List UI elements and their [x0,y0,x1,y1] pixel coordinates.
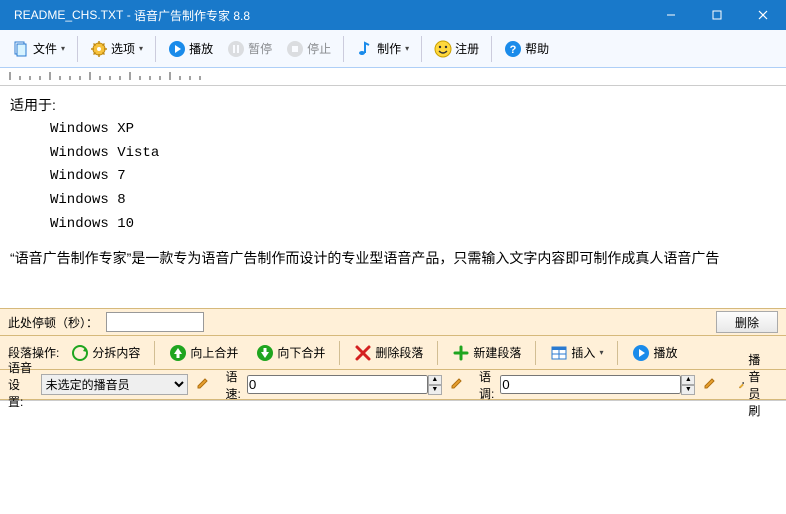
editor-line: Windows 7 [10,165,776,189]
split-label: 分拆内容 [92,344,140,361]
smiley-icon [434,40,452,58]
announcer-brush-button[interactable]: 播音员刷 [732,374,778,396]
chevron-down-icon: ▾ [139,44,143,53]
refresh-icon [71,344,89,362]
pause-input[interactable] [106,312,204,332]
chevron-down-icon: ▾ [61,44,65,53]
play-label: 播放 [189,40,213,57]
file-label: 文件 [33,40,57,57]
speed-label: 语速: [226,368,241,402]
editor-heading: 适用于: [10,94,776,118]
help-icon: ? [504,40,522,58]
help-button[interactable]: ? 帮助 [498,35,555,63]
arrow-down-icon [256,344,274,362]
new-paragraph-button[interactable]: 新建段落 [446,340,527,366]
voice-label: 语音设置: [8,359,35,410]
paragraph-ops-row: 段落操作: 分拆内容 向上合并 向下合并 删除段落 新建段落 插入 ▾ 播放 [0,336,786,370]
pause-row: 此处停顿（秒）： 删除 [0,308,786,336]
pause-label: 此处停顿（秒）： [8,314,98,331]
register-button[interactable]: 注册 [428,35,485,63]
merge-up-label: 向上合并 [190,344,238,361]
editor-line: Windows 8 [10,189,776,213]
tone-input[interactable] [500,375,681,394]
make-button[interactable]: 制作 ▾ [350,35,415,63]
editor-line: Windows Vista [10,142,776,166]
file-icon [12,40,30,58]
title-separator: - [123,8,134,22]
insert-label: 插入 [571,344,595,361]
merge-down-label: 向下合并 [277,344,325,361]
plus-icon [452,344,470,362]
play-button[interactable]: 播放 [162,35,219,63]
table-icon [550,344,568,362]
x-icon [354,344,372,362]
chevron-down-icon: ▾ [405,44,409,53]
music-note-icon [356,40,374,58]
pause-icon [227,40,245,58]
file-button[interactable]: 文件 ▾ [6,35,71,63]
options-button[interactable]: 选项 ▾ [84,35,149,63]
merge-up-button[interactable]: 向上合并 [163,340,244,366]
edit-tone-icon[interactable] [703,376,717,393]
chevron-down-icon: ▾ [599,348,603,357]
edit-announcer-icon[interactable] [196,376,210,393]
ruler [0,68,786,86]
editor-paragraph: “语音广告制作专家”是一款专为语音广告制作而设计的专业型语音产品，只需输入文字内… [10,247,776,271]
edit-speed-icon[interactable] [450,376,464,393]
pause-button: 暂停 [221,35,278,63]
stop-icon [286,40,304,58]
maximize-button[interactable] [694,0,740,30]
main-toolbar: 文件 ▾ 选项 ▾ 播放 暂停 停止 制作 ▾ 注册 ? 帮助 [0,30,786,68]
title-filename: README_CHS.TXT [14,8,123,22]
make-label: 制作 [377,40,401,57]
close-button[interactable] [740,0,786,30]
pause-label: 暂停 [248,40,272,57]
help-label: 帮助 [525,40,549,57]
insert-button[interactable]: 插入 ▾ [544,340,609,366]
register-label: 注册 [455,40,479,57]
announcer-select[interactable]: 未选定的播音员 [41,374,189,395]
delete-para-label: 删除段落 [375,344,423,361]
speed-input[interactable] [247,375,428,394]
brush-label: 播音员刷 [748,351,772,419]
gear-icon [90,40,108,58]
tone-up-button[interactable]: ▲ [681,375,695,385]
stop-button: 停止 [280,35,337,63]
delete-button[interactable]: 删除 [716,311,778,333]
para-play-label: 播放 [653,344,677,361]
merge-down-button[interactable]: 向下合并 [250,340,331,366]
split-content-button[interactable]: 分拆内容 [65,340,146,366]
minimize-button[interactable] [648,0,694,30]
paragraph-play-button[interactable]: 播放 [626,340,683,366]
editor-line: Windows XP [10,118,776,142]
editor-line: Windows 10 [10,213,776,237]
speed-up-button[interactable]: ▲ [428,375,442,385]
new-para-label: 新建段落 [473,344,521,361]
delete-paragraph-button[interactable]: 删除段落 [348,340,429,366]
brush-icon [738,378,745,392]
bottom-output-area [0,400,786,504]
arrow-up-icon [169,344,187,362]
titlebar: README_CHS.TXT - 语音广告制作专家 8.8 [0,0,786,30]
tone-label: 语调: [479,368,494,402]
voice-settings-row: 语音设置: 未选定的播音员 语速: ▲ ▼ 语调: ▲ ▼ 播音员刷 [0,370,786,400]
play-icon [168,40,186,58]
text-editor[interactable]: 适用于: Windows XP Windows Vista Windows 7 … [0,86,786,308]
stop-label: 停止 [307,40,331,57]
speed-down-button[interactable]: ▼ [428,385,442,395]
title-appname: 语音广告制作专家 8.8 [134,7,250,24]
svg-text:?: ? [510,44,517,56]
tone-down-button[interactable]: ▼ [681,385,695,395]
options-label: 选项 [111,40,135,57]
play-icon [632,344,650,362]
